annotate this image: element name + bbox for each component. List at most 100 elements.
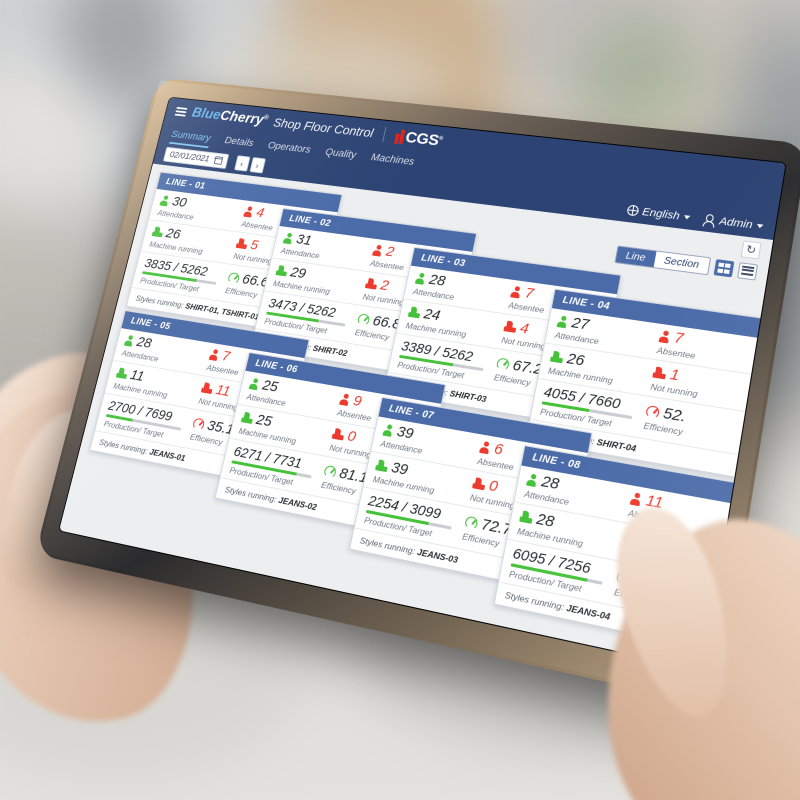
machine-stopped-icon [201,382,214,394]
hamburger-icon[interactable] [174,106,188,117]
not-running-value: 0 [487,476,500,496]
machine-running-value: 24 [422,305,442,325]
not-running-value: 0 [345,427,358,446]
attendance-value: 30 [170,193,189,211]
absentee-value: 7 [672,329,685,348]
row-chevron-icon[interactable]: › [743,428,755,440]
absentee-value: 6 [492,440,505,459]
tab-details[interactable]: Details [222,135,255,153]
machine-running-value: 25 [254,411,274,431]
prev-day-button[interactable]: ‹ [233,155,251,172]
row-chevron-icon[interactable]: › [756,351,768,363]
gauge-icon [495,357,511,371]
styles-running-value: SHIRT-03 [448,388,488,404]
calendar-icon[interactable] [213,156,223,165]
attendance-value: 28 [540,472,561,494]
person-icon [557,315,569,328]
machine-icon [375,459,389,472]
person-icon [415,272,427,285]
absentee-value: 7 [523,284,536,303]
styles-running-value: JEANS-02 [277,494,318,513]
person-absent-icon [243,205,254,217]
brand-cherry-text: Cherry [218,108,266,128]
efficiency-value: 52. [661,404,688,427]
user-menu[interactable]: Admin [703,213,765,232]
styles-running-value: JEANS-01 [148,446,187,463]
attendance-value: 39 [395,423,416,443]
machine-icon [275,265,288,277]
date-value: 02/01/2021 [168,149,211,165]
chevron-down-icon [683,214,691,220]
styles-running-value: JEANS-03 [416,546,459,565]
absentee-value: 4 [254,204,266,221]
styles-running-value: SHIRT-02 [312,342,349,358]
user-icon [703,214,716,226]
machine-icon [152,226,164,237]
cgs-logo: CGS® [394,127,444,149]
person-icon [249,377,261,390]
person-absent-icon [339,393,351,406]
person-absent-icon [630,491,643,506]
person-absent-icon [372,244,384,256]
attendance-value: 27 [570,314,591,334]
not-running-value: 1 [668,365,681,385]
styles-running-value: SHIRT-04 [595,436,638,454]
brand-registered-mark: ® [263,114,270,122]
machine-running-value: 11 [128,366,146,385]
refresh-button[interactable]: ↻ [740,240,762,260]
absentee-value: 7 [220,347,232,365]
machine-stopped-icon [652,366,667,379]
next-day-button[interactable]: › [249,157,266,174]
person-absent-icon [209,348,220,361]
language-label: English [641,205,681,222]
cgs-logo-text: CGS® [404,127,444,149]
not-running-value: 4 [518,319,531,338]
machine-stopped-icon [236,238,249,249]
machine-running-value: 28 [535,510,556,532]
machine-icon [116,367,129,379]
person-absent-icon [659,329,672,343]
person-icon [382,423,394,436]
list-view-icon[interactable] [737,262,759,281]
photo-scene: BlueCherry® Shop Floor Control CGS® Summ… [0,0,800,800]
grid-view-icon[interactable] [713,259,735,278]
date-nav-group: ‹ › [233,155,266,174]
machine-running-value: 29 [288,264,308,282]
language-selector[interactable]: English [626,204,691,223]
person-icon [283,232,294,244]
absentee-value: 9 [351,392,364,411]
machine-stopped-icon [365,278,378,290]
person-absent-icon [510,285,522,298]
attendance-value: 28 [427,271,447,290]
attendance-value: 31 [294,231,314,249]
attendance-value: 28 [135,333,154,352]
machine-icon [408,306,422,318]
styles-running-value: JEANS-04 [565,602,612,622]
user-label: Admin [718,215,754,231]
person-icon [526,473,539,487]
machine-stopped-icon [503,320,517,332]
machine-running-value: 26 [565,350,586,370]
header-divider [382,126,387,142]
machine-running-value: 39 [389,458,410,479]
gauge-icon [192,417,206,431]
chevron-down-icon-user [756,223,764,229]
machine-icon [241,412,254,424]
brand-blue-text: Blue [190,105,223,123]
gauge-icon [464,515,479,531]
not-running-value: 11 [214,381,232,400]
gauge-icon [323,464,338,479]
machine-stopped-icon [332,428,346,441]
brand-logo: BlueCherry® [190,105,269,129]
gauge-icon [227,271,241,285]
machine-icon [519,510,534,524]
not-running-value: 2 [379,277,391,295]
person-absent-icon [479,440,491,454]
absentee-value: 2 [384,243,396,261]
gauge-icon [645,404,661,420]
row-chevron-icon[interactable]: › [750,388,762,400]
globe-icon [626,204,640,217]
not-running-value: 5 [248,237,260,254]
machine-stopped-icon [472,477,486,490]
machine-icon [550,351,564,364]
